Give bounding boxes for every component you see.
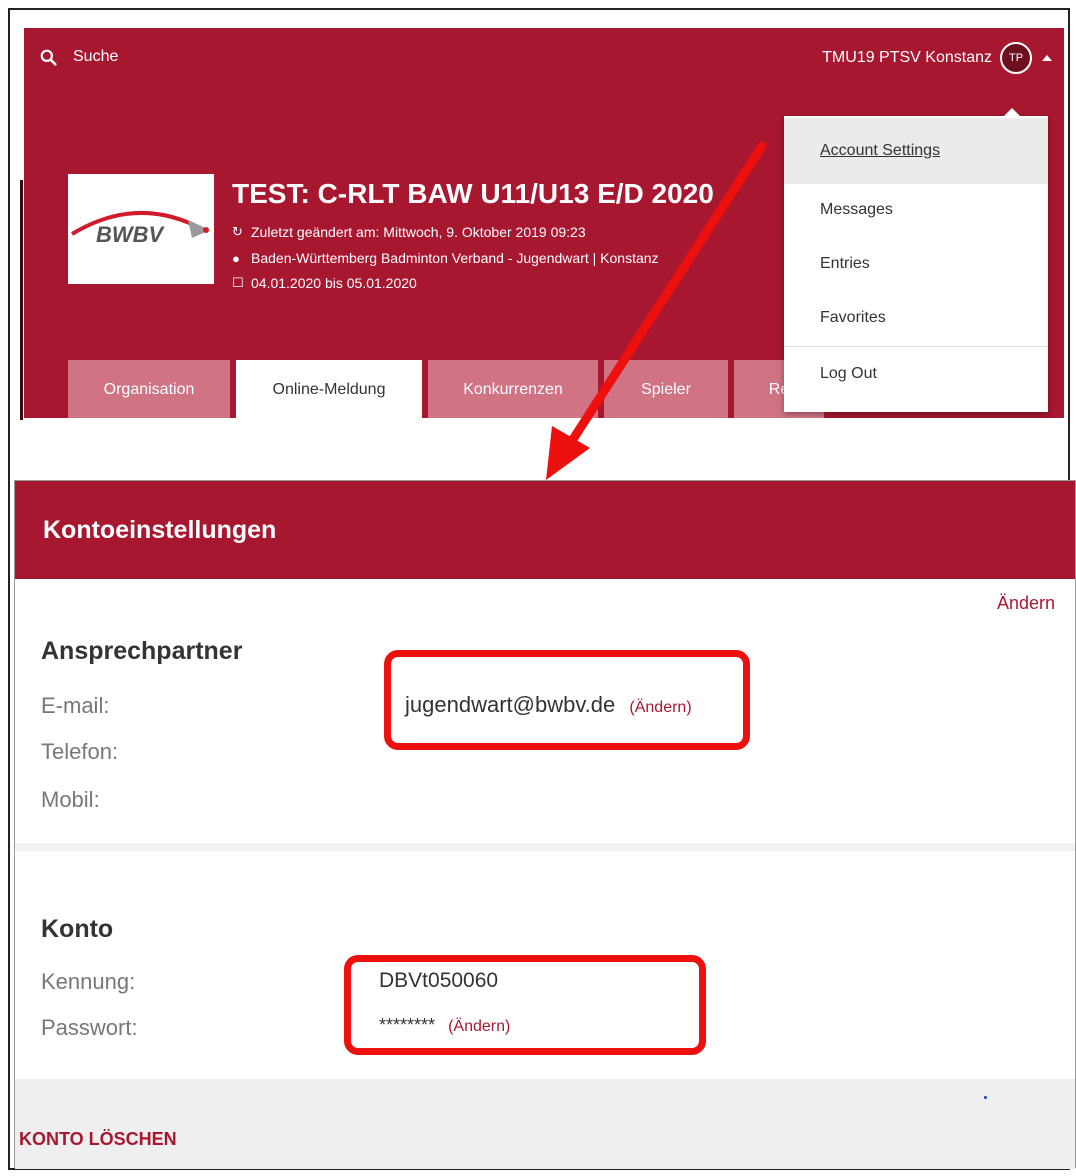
- refresh-icon: ↻: [232, 224, 243, 239]
- caret-up-icon: [1042, 55, 1052, 61]
- search-button[interactable]: Suche: [40, 48, 118, 66]
- dot-marker: [984, 1096, 987, 1099]
- search-label: Suche: [73, 48, 119, 65]
- mobile-label: Mobil:: [41, 787, 100, 812]
- menu-item-messages[interactable]: Messages: [784, 184, 1048, 236]
- menu-item-favorites[interactable]: Favorites: [784, 292, 1048, 344]
- user-name: TMU19 PTSV Konstanz: [822, 49, 992, 66]
- email-label: E-mail:: [41, 693, 110, 718]
- tab-spieler[interactable]: Spieler: [604, 360, 728, 418]
- last-changed: ↻ Zuletzt geändert am: Mittwoch, 9. Okto…: [232, 224, 586, 240]
- search-icon: [40, 49, 57, 66]
- menu-item-entries[interactable]: Entries: [784, 238, 1048, 290]
- menu-item-account-settings[interactable]: Account Settings: [784, 118, 1048, 184]
- calendar-icon: ☐: [232, 275, 244, 290]
- contact-section-title: Ansprechpartner: [41, 637, 243, 665]
- account-settings-panel: Kontoeinstellungen Ändern Ansprechpartne…: [14, 480, 1076, 1169]
- delete-account-button[interactable]: KONTO LÖSCHEN: [19, 1129, 177, 1150]
- user-menu-toggle[interactable]: TMU19 PTSV Konstanz TP: [822, 42, 1052, 74]
- menu-item-log-out[interactable]: Log Out: [784, 348, 1048, 400]
- account-highlight-box: [344, 955, 706, 1055]
- tab-organisation[interactable]: Organisation: [68, 360, 230, 418]
- logo-text: BWBV: [96, 222, 166, 247]
- tab-konkurrenzen[interactable]: Konkurrenzen: [428, 360, 598, 418]
- page-title: Kontoeinstellungen: [15, 481, 1075, 579]
- edit-link[interactable]: Ändern: [997, 593, 1055, 614]
- dropdown-pointer: [1004, 108, 1020, 116]
- email-highlight-box: [384, 650, 750, 750]
- tab-online-meldung[interactable]: Online-Meldung: [236, 360, 422, 418]
- konto-section-title: Konto: [41, 915, 114, 943]
- date-range: ☐ 04.01.2020 bis 05.01.2020: [232, 275, 417, 291]
- phone-label: Telefon:: [41, 739, 119, 764]
- panel-edge: [20, 180, 23, 420]
- password-label: Passwort:: [41, 1015, 138, 1040]
- bwbv-logo-image: BWBV: [70, 210, 210, 247]
- tournament-tabs: Organisation Online-Meldung Konkurrenzen…: [68, 360, 830, 418]
- id-label: Kennung:: [41, 969, 136, 994]
- avatar: TP: [1000, 42, 1032, 74]
- section-divider: [15, 843, 1075, 851]
- menu-divider: [784, 346, 1048, 347]
- location: ● Baden-Württemberg Badminton Verband - …: [232, 250, 659, 266]
- tournament-logo: BWBV: [68, 174, 214, 284]
- account-footer: [15, 1079, 1075, 1169]
- tournament-title: TEST: C-RLT BAW U11/U13 E/D 2020: [232, 178, 714, 209]
- map-marker-icon: ●: [232, 250, 240, 266]
- user-dropdown-menu: Account Settings Messages Entries Favori…: [784, 108, 1048, 412]
